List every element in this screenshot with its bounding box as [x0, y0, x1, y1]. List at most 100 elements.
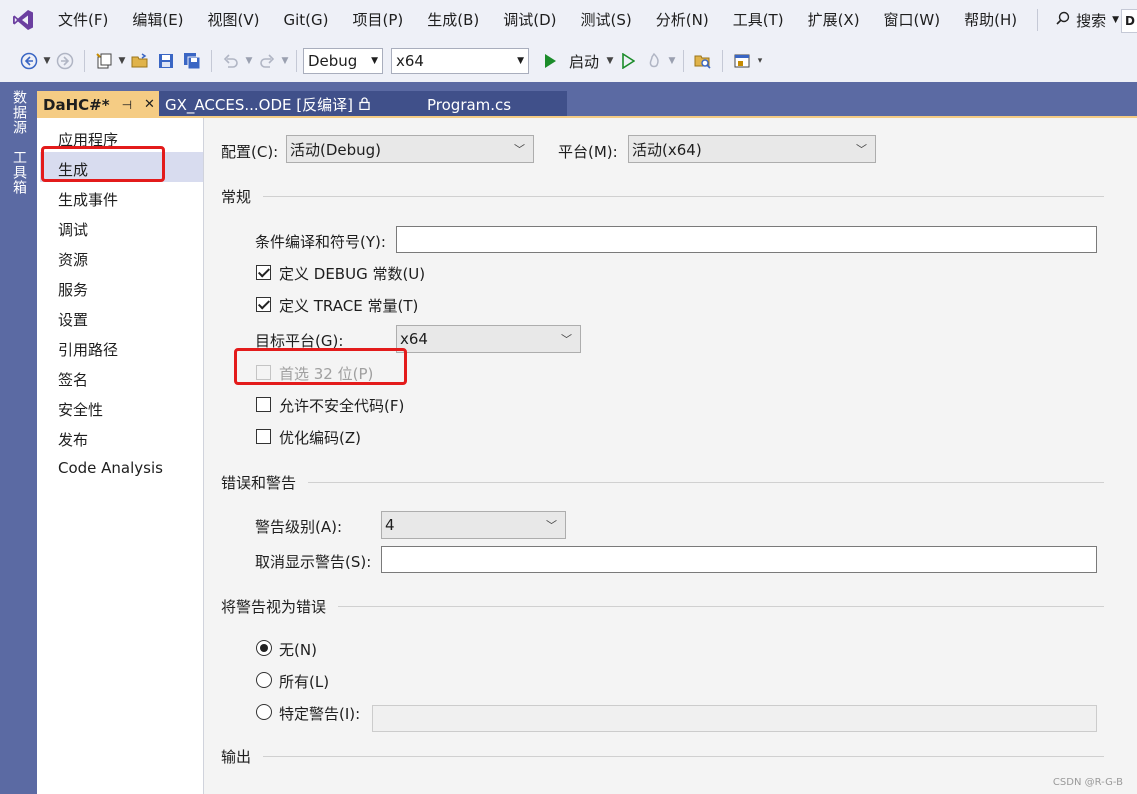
- standard-toolbar: ▼ ▼ ▼ ▼ Debug ▼ x64 ▼ 启动 ▼ ▼ ▾: [0, 40, 1137, 82]
- section-treat-title: 将警告视为错误: [221, 598, 327, 616]
- platform-value: 活动(x64): [632, 140, 702, 159]
- chevron-down-icon: ▼: [1112, 15, 1120, 25]
- treat-none-label: 无(N): [279, 641, 317, 659]
- treat-none-radio[interactable]: [256, 640, 272, 656]
- section-output: 输出: [221, 746, 1104, 767]
- nav-item-reference-paths[interactable]: 引用路径: [58, 339, 118, 360]
- suppress-warnings-label: 取消显示警告(S):: [255, 553, 372, 571]
- redo-icon[interactable]: [254, 48, 280, 74]
- tab-project-properties[interactable]: DaHC#* ⊣ ✕: [37, 91, 159, 118]
- hot-reload-icon[interactable]: [641, 48, 667, 74]
- configuration-select[interactable]: 活动(Debug) ﹀: [286, 135, 534, 163]
- user-badge[interactable]: D: [1121, 9, 1137, 33]
- nav-item-signing[interactable]: 签名: [58, 369, 88, 390]
- treat-all-radio[interactable]: [256, 672, 272, 688]
- nav-item-security[interactable]: 安全性: [58, 399, 103, 420]
- menu-test[interactable]: 测试(S): [569, 0, 644, 40]
- data-sources-tab[interactable]: 数据源: [9, 90, 29, 135]
- new-project-icon[interactable]: [91, 48, 117, 74]
- conditional-symbols-input[interactable]: [396, 226, 1097, 253]
- warning-level-select[interactable]: 4 ﹀: [381, 511, 566, 539]
- save-all-icon[interactable]: [179, 48, 205, 74]
- undo-icon[interactable]: [218, 48, 244, 74]
- solution-platform-value: x64: [396, 52, 424, 70]
- navigate-forward-icon[interactable]: [52, 48, 78, 74]
- allow-unsafe-label: 允许不安全代码(F): [279, 397, 405, 415]
- menu-debug[interactable]: 调试(D): [491, 0, 568, 40]
- section-output-title: 输出: [221, 748, 252, 766]
- start-without-debugging-icon[interactable]: [615, 48, 641, 74]
- toolbar-options-icon[interactable]: ▾: [755, 56, 765, 66]
- browse-folder-icon[interactable]: [690, 48, 716, 74]
- menu-project[interactable]: 项目(P): [341, 0, 416, 40]
- target-platform-select[interactable]: x64 ﹀: [396, 325, 581, 353]
- section-general-title: 常规: [221, 188, 252, 206]
- nav-selection-arrow: [193, 155, 203, 181]
- toolbox-tab[interactable]: 工具箱: [9, 150, 29, 195]
- build-settings-panel: 配置(C): 活动(Debug) ﹀ 平台(M): 活动(x64) ﹀ 常规 条…: [203, 118, 1137, 794]
- visual-studio-logo-icon[interactable]: [0, 0, 46, 40]
- specific-warnings-input[interactable]: [372, 705, 1097, 732]
- chevron-down-icon: ▼: [517, 56, 524, 66]
- section-errors-title: 错误和警告: [221, 474, 297, 492]
- tab-decompiled-file[interactable]: GX_ACCES...ODE [反编译]: [159, 91, 421, 118]
- menu-analyze[interactable]: 分析(N): [644, 0, 721, 40]
- chevron-down-icon: ﹀: [514, 143, 525, 156]
- new-dropdown-icon[interactable]: ▼: [117, 56, 127, 66]
- window-layout-icon[interactable]: [729, 48, 755, 74]
- redo-dropdown-icon[interactable]: ▼: [280, 56, 290, 66]
- solution-config-combo[interactable]: Debug ▼: [303, 48, 383, 74]
- hot-reload-dropdown-icon[interactable]: ▼: [667, 56, 677, 66]
- start-debugging-icon[interactable]: [537, 48, 563, 74]
- nav-item-publish[interactable]: 发布: [58, 429, 88, 450]
- menu-git[interactable]: Git(G): [272, 0, 341, 40]
- optimize-code-checkbox[interactable]: [256, 429, 271, 444]
- nav-item-debug[interactable]: 调试: [58, 219, 88, 240]
- nav-item-settings[interactable]: 设置: [58, 309, 88, 330]
- solution-platform-combo[interactable]: x64 ▼: [391, 48, 529, 74]
- suppress-warnings-input[interactable]: [381, 546, 1097, 573]
- section-treat-warnings: 将警告视为错误: [221, 596, 1104, 617]
- menu-tools[interactable]: 工具(T): [721, 0, 796, 40]
- search-box[interactable]: 搜索 ▼: [1046, 10, 1129, 31]
- save-icon[interactable]: [153, 48, 179, 74]
- menu-window[interactable]: 窗口(W): [872, 0, 953, 40]
- configuration-label: 配置(C):: [221, 143, 279, 161]
- start-button-label[interactable]: 启动: [569, 51, 599, 72]
- nav-item-services[interactable]: 服务: [58, 279, 88, 300]
- nav-item-build-events[interactable]: 生成事件: [58, 189, 118, 210]
- lock-icon: [359, 96, 370, 113]
- menu-edit[interactable]: 编辑(E): [120, 0, 195, 40]
- menu-help[interactable]: 帮助(H): [952, 0, 1029, 40]
- watermark: CSDN @R-G-B: [1052, 777, 1123, 788]
- menu-view[interactable]: 视图(V): [196, 0, 272, 40]
- open-folder-icon[interactable]: [127, 48, 153, 74]
- close-icon[interactable]: ✕: [144, 97, 155, 112]
- start-dropdown-icon[interactable]: ▼: [605, 56, 615, 66]
- section-errors-warnings: 错误和警告: [221, 472, 1104, 493]
- target-platform-value: x64: [400, 330, 428, 348]
- menu-bar: 文件(F) 编辑(E) 视图(V) Git(G) 项目(P) 生成(B) 调试(…: [0, 0, 1137, 40]
- menu-file[interactable]: 文件(F): [46, 0, 120, 40]
- warning-level-value: 4: [385, 516, 395, 534]
- annotation-highlight-build: [41, 146, 165, 182]
- tab-program-cs[interactable]: Program.cs: [421, 91, 567, 118]
- platform-select[interactable]: 活动(x64) ﹀: [628, 135, 876, 163]
- nav-item-resources[interactable]: 资源: [58, 249, 88, 270]
- treat-specific-radio[interactable]: [256, 704, 272, 720]
- back-dropdown-icon[interactable]: ▼: [42, 56, 52, 66]
- define-trace-checkbox[interactable]: [256, 297, 271, 312]
- navigate-back-icon[interactable]: [16, 48, 42, 74]
- menu-extensions[interactable]: 扩展(X): [796, 0, 872, 40]
- define-debug-checkbox[interactable]: [256, 265, 271, 280]
- chevron-down-icon: ﹀: [546, 519, 557, 532]
- toolbar-separator: [84, 50, 85, 72]
- menu-build[interactable]: 生成(B): [415, 0, 491, 40]
- undo-dropdown-icon[interactable]: ▼: [244, 56, 254, 66]
- tab-label: DaHC#*: [43, 95, 110, 114]
- allow-unsafe-checkbox[interactable]: [256, 397, 271, 412]
- nav-item-code-analysis[interactable]: Code Analysis: [58, 459, 163, 477]
- pin-icon[interactable]: ⊣: [122, 98, 132, 112]
- property-pages-nav: 应用程序 生成 生成事件 调试 资源 服务 设置 引用路径 签名 安全性 发布 …: [37, 118, 203, 794]
- section-general: 常规: [221, 186, 1104, 207]
